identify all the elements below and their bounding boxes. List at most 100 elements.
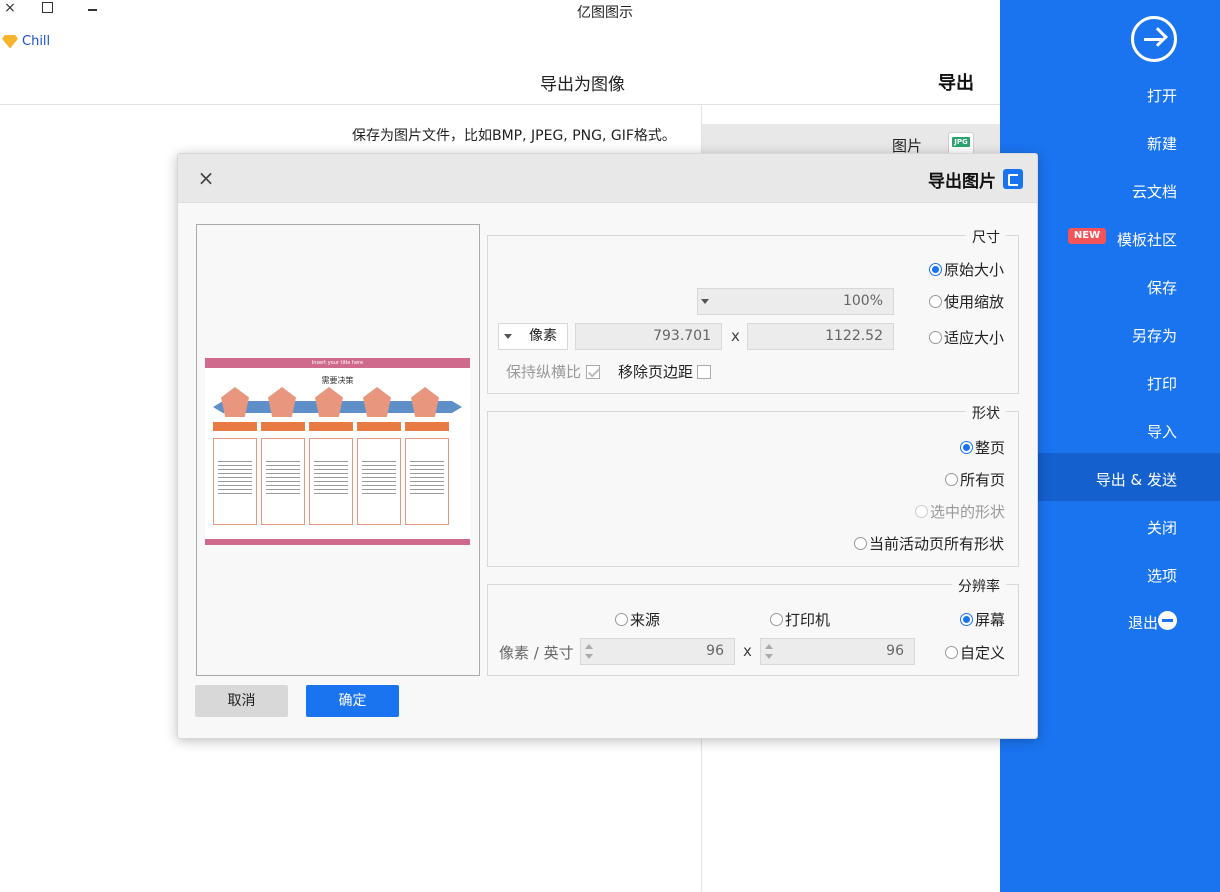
window-maximize-icon[interactable] (42, 2, 53, 13)
resolution-screen-label: 屏幕 (975, 611, 1006, 629)
size-zoom-label: 使用缩放 (944, 293, 1005, 311)
size-fit-label: 适应大小 (944, 329, 1005, 347)
radio-dot (945, 646, 958, 659)
sidebar-item-exit[interactable]: 退出 (1128, 612, 1158, 633)
shape-whole-page-radio[interactable]: 整页 (960, 437, 1005, 458)
preview-page-thumbnail: Insert your title here 需要决策 (205, 358, 470, 545)
height-input[interactable]: 793.701 (575, 323, 722, 350)
shape-all-pages-label: 所有页 (960, 471, 1006, 489)
sidebar-item-options[interactable]: 选项 (1147, 565, 1177, 586)
radio-dot (960, 613, 973, 626)
resolution-source-label: 来源 (630, 611, 661, 629)
sidebar-item-new[interactable]: 新建 (1147, 133, 1177, 154)
app-title: 亿图图示 (577, 5, 633, 21)
dialog-header: × 导出图片 (178, 154, 1037, 203)
spinner-arrows-icon[interactable] (764, 639, 774, 664)
user-account[interactable]: Chill (2, 34, 50, 49)
times-sign: x (731, 327, 740, 345)
size-zoom-radio[interactable]: 使用缩放 (929, 291, 1004, 312)
window-close-icon[interactable]: × (2, 0, 18, 16)
remove-margin-checkbox[interactable] (697, 365, 711, 379)
resolution-y-input[interactable]: 96 (580, 638, 735, 665)
sidebar-item-open[interactable]: 打开 (1147, 85, 1177, 106)
preview-text-box (405, 438, 449, 525)
exit-icon[interactable] (1158, 611, 1177, 630)
sidebar-item-template-community[interactable]: 模板社区 (1117, 229, 1177, 250)
preview-tag (309, 422, 353, 431)
diamond-icon (2, 34, 18, 49)
resolution-custom-radio[interactable]: 自定义 (945, 642, 1005, 663)
dropdown-arrow-icon (701, 299, 709, 304)
shape-active-page-radio[interactable]: 当前活动页所有形状 (854, 533, 1004, 554)
times-sign: x (743, 642, 752, 660)
resolution-screen-radio[interactable]: 屏幕 (960, 609, 1005, 630)
preview-pentagon-shape (268, 387, 296, 417)
width-input[interactable]: 1122.52 (747, 323, 894, 350)
export-heading: 导出 (938, 73, 974, 94)
preview-text-box (357, 438, 401, 525)
preview-tag (357, 422, 401, 431)
sidebar-item-save[interactable]: 保存 (1147, 277, 1177, 298)
window-minimize-icon[interactable] (88, 9, 97, 11)
app-logo-icon (1003, 169, 1023, 189)
remove-margin-label: 移除页边距 (618, 363, 694, 381)
size-group-label: 尺寸 (966, 227, 1006, 247)
resolution-printer-label: 打印机 (785, 611, 831, 629)
shape-selected-radio[interactable]: 选中的形状 (915, 501, 1005, 522)
radio-dot (945, 473, 958, 486)
radio-dot (915, 505, 928, 518)
shape-selected-label: 选中的形状 (930, 503, 1006, 521)
size-fit-radio[interactable]: 适应大小 (929, 327, 1004, 348)
resolution-source-radio[interactable]: 来源 (615, 609, 660, 630)
user-name: Chill (22, 34, 51, 49)
cancel-button[interactable]: 取消 (195, 685, 288, 717)
shape-all-pages-radio[interactable]: 所有页 (945, 469, 1005, 490)
preview-footer-banner (205, 539, 470, 545)
keep-ratio-checkbox[interactable] (586, 365, 600, 379)
dialog-title: 导出图片 (928, 172, 996, 192)
zoom-select[interactable]: 100% (697, 288, 894, 315)
preview-pentagon-shape (221, 387, 249, 417)
preview-text-box (261, 438, 305, 525)
shape-group-label: 形状 (966, 403, 1006, 423)
preview-banner-text: Insert your title here (311, 360, 364, 366)
resolution-custom-label: 自定义 (960, 644, 1006, 662)
shape-active-page-label: 当前活动页所有形状 (869, 535, 1005, 553)
radio-dot (929, 263, 942, 276)
size-original-radio[interactable]: 原始大小 (929, 259, 1004, 280)
export-description: 保存为图片文件，比如BMP, JPEG, PNG, GIF格式。 (352, 128, 676, 144)
dropdown-arrow-icon (504, 334, 512, 339)
shape-whole-page-label: 整页 (975, 439, 1006, 457)
export-image-dialog: × 导出图片 Insert your title here 需要决策 尺寸 原始… (177, 153, 1038, 739)
radio-dot (929, 331, 942, 344)
resolution-x-input[interactable]: 96 (760, 638, 915, 665)
panel-title: 导出为图像 (540, 75, 625, 95)
sidebar-item-cloud-docs[interactable]: 云文档 (1132, 181, 1177, 202)
sidebar-item-import[interactable]: 导入 (1147, 421, 1177, 442)
sidebar-item-save-as[interactable]: 另存为 (1132, 325, 1177, 346)
preview-heading: 需要决策 (321, 376, 354, 385)
back-arrow-icon[interactable] (1131, 16, 1177, 62)
radio-dot (615, 613, 628, 626)
new-badge: NEW (1068, 228, 1106, 244)
divider (0, 104, 1000, 105)
radio-dot (854, 537, 867, 550)
resolution-unit-label: 像素 / 英寸 (499, 644, 574, 662)
radio-dot (770, 613, 783, 626)
sidebar-item-close[interactable]: 关闭 (1147, 517, 1177, 538)
spinner-arrows-icon[interactable] (584, 639, 594, 664)
ok-button[interactable]: 确定 (306, 685, 399, 717)
preview-tag (213, 422, 257, 431)
preview-pentagon-shape (363, 387, 391, 417)
size-original-label: 原始大小 (944, 261, 1005, 279)
preview-tag (261, 422, 305, 431)
sidebar-item-export-send[interactable]: 导出 & 发送 (1096, 469, 1177, 490)
close-icon[interactable]: × (196, 166, 216, 190)
preview-tag (405, 422, 449, 431)
resolution-printer-radio[interactable]: 打印机 (770, 609, 830, 630)
sidebar-item-print[interactable]: 打印 (1147, 373, 1177, 394)
preview-pentagon-shape (411, 387, 439, 417)
keep-ratio-label: 保持纵横比 (506, 363, 582, 381)
export-preview: Insert your title here 需要决策 (196, 224, 480, 676)
preview-text-box (213, 438, 257, 525)
